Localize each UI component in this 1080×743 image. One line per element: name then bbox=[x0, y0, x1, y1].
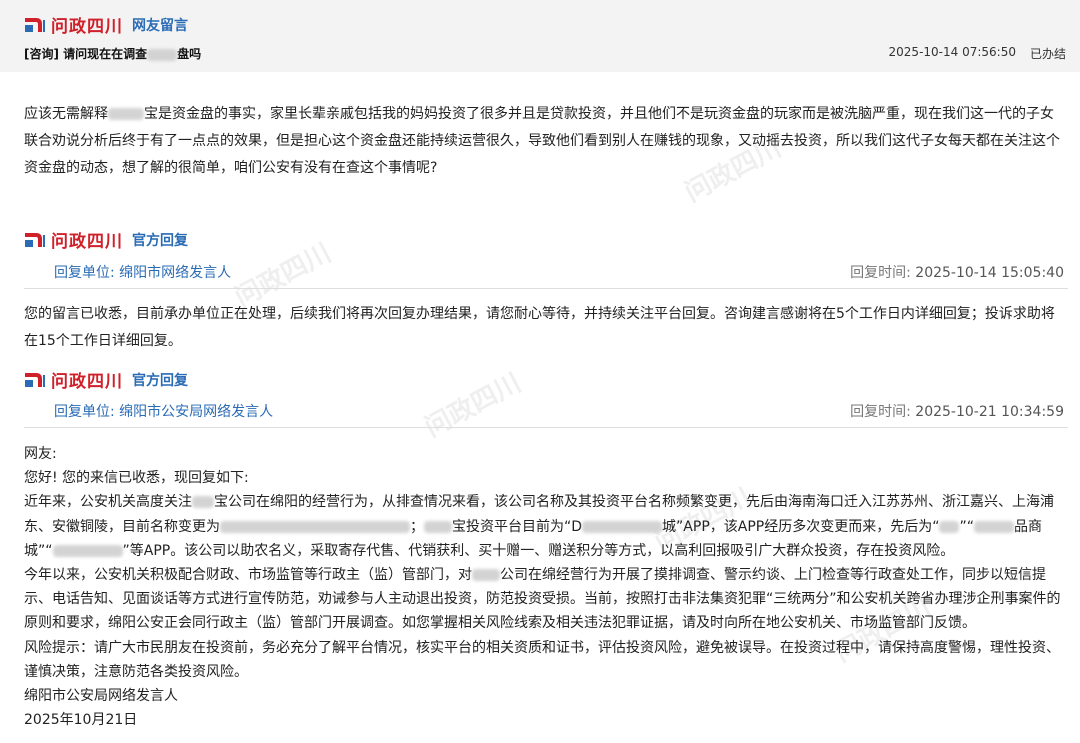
reply-opening: 您好! 您的来信已收悉，现回复如下: bbox=[24, 470, 249, 487]
brand-logo: 问政四川 bbox=[24, 227, 123, 252]
brand-name: 问政四川 bbox=[51, 372, 123, 392]
redacted-blur bbox=[974, 520, 1014, 533]
redacted-blur bbox=[108, 108, 144, 120]
brand-name: 问政四川 bbox=[51, 17, 123, 37]
reply-unit[interactable]: 回复单位: 绵阳市公安局网络发言人 bbox=[54, 401, 273, 421]
redacted-blur bbox=[147, 48, 178, 61]
redacted-blur bbox=[192, 496, 214, 509]
redacted-blur bbox=[52, 544, 123, 557]
reply-signature: 绵阳市公安局网络发言人 bbox=[24, 688, 178, 705]
brand-flag-icon bbox=[25, 17, 45, 32]
reply-unit[interactable]: 回复单位: 绵阳市网络发言人 bbox=[54, 262, 231, 282]
brand-flag-icon bbox=[25, 232, 45, 247]
redacted-blur bbox=[472, 569, 500, 582]
question-datetime: 2025-10-14 07:56:50 bbox=[888, 45, 1016, 59]
reply-time: 回复时间: 2025-10-14 15:05:40 bbox=[850, 265, 1064, 281]
brand-logo: 问政四川 bbox=[24, 12, 123, 37]
reply-risk-notice: 风险提示：请广大市民朋友在投资前，务必充分了解平台情况，核实平台的相关资质和证书… bbox=[24, 639, 1060, 680]
question-content: 应该无需解释 宝是资金盘的事实，家里长辈亲戚包括我的妈妈投资了很多并且是贷款投资，… bbox=[24, 106, 1060, 176]
reply-paragraph: 今年以来，公安机关积极配合财政、市场监管等行政主（监）管部门，对 公司在绵经营行为… bbox=[24, 567, 1061, 632]
reply-meta: 回复单位: 绵阳市网络发言人 回复时间: 2025-10-14 15:05:40 bbox=[24, 258, 1068, 289]
question-section-header: 问政四川 网友留言 bbox=[24, 12, 188, 37]
reply-section-header: 问政四川 官方回复 bbox=[24, 367, 188, 392]
question-section-label: 网友留言 bbox=[132, 17, 188, 34]
question-meta: 2025-10-14 07:56:50 已办结 bbox=[889, 45, 1066, 62]
redacted-blur bbox=[424, 520, 452, 533]
brand-flag-icon bbox=[25, 372, 45, 387]
reply-content: 网友: 您好! 您的来信已收悉，现回复如下: 近年来，公安机关高度关注 宝公司在绵… bbox=[24, 442, 1064, 732]
redacted-blur bbox=[220, 520, 410, 533]
redacted-blur bbox=[582, 520, 663, 533]
reply-section-header: 问政四川 官方回复 bbox=[24, 227, 188, 252]
reply-greeting: 网友: bbox=[24, 446, 57, 462]
reply-paragraph: 近年来，公安机关高度关注 宝公司在绵阳的经营行为，从排查情况来看，该公司名称及其投… bbox=[24, 494, 1054, 559]
redacted-blur bbox=[939, 520, 960, 533]
question-title[interactable]: [咨询] 请问现在在调查 盘吗 bbox=[24, 45, 201, 62]
reply-date: 2025年10月21日 bbox=[24, 712, 138, 729]
brand-logo: 问政四川 bbox=[24, 367, 123, 392]
reply-meta: 回复单位: 绵阳市公安局网络发言人 回复时间: 2025-10-21 10:34… bbox=[24, 397, 1068, 428]
reply-section-label: 官方回复 bbox=[132, 372, 188, 389]
reply-content: 您的留言已收悉，目前承办单位正在处理，后续我们将再次回复办理结果，请您耐心等待，… bbox=[24, 306, 1055, 349]
reply-section-label: 官方回复 bbox=[132, 232, 188, 249]
brand-name: 问政四川 bbox=[51, 232, 123, 252]
reply-time: 回复时间: 2025-10-21 10:34:59 bbox=[850, 404, 1064, 420]
question-status: 已办结 bbox=[1029, 47, 1066, 61]
